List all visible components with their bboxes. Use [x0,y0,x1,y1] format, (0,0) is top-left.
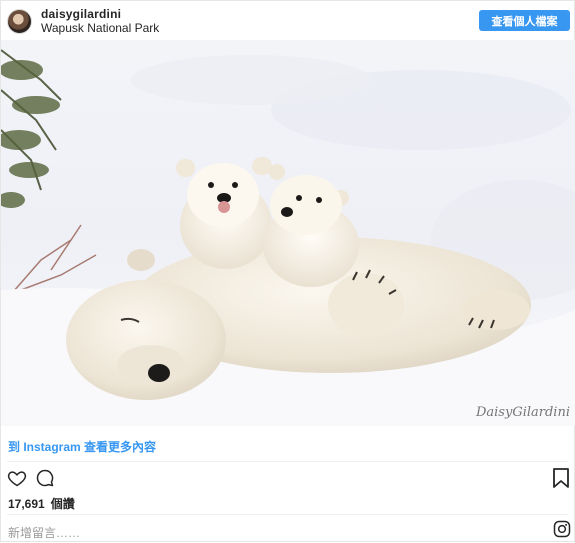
divider [7,514,568,515]
photographer-signature: DaisyGilardini [475,405,570,420]
likes-count: 17,691 個讚 [8,495,75,512]
divider [7,461,568,462]
heart-outline-icon[interactable] [7,468,27,493]
likes-number: 17,691 [8,497,45,511]
username[interactable]: daisygilardini [41,7,121,21]
post-header: daisygilardini Wapusk National Park 查看個人… [1,1,575,39]
bookmark-icon[interactable] [552,468,570,493]
instagram-embed: daisygilardini Wapusk National Park 查看個人… [0,0,575,542]
post-photo[interactable]: DaisyGilardini [1,40,575,426]
location[interactable]: Wapusk National Park [41,21,159,35]
avatar[interactable] [7,9,32,34]
speech-bubble-icon[interactable] [35,468,55,493]
add-comment-input[interactable]: 新增留言…… [8,524,80,541]
instagram-icon[interactable] [553,520,571,543]
polar-bear-photo [1,40,575,426]
likes-label: 個讚 [50,497,75,511]
view-more-link[interactable]: 到 Instagram 查看更多內容 [8,438,156,455]
view-profile-button[interactable]: 查看個人檔案 [479,10,570,31]
